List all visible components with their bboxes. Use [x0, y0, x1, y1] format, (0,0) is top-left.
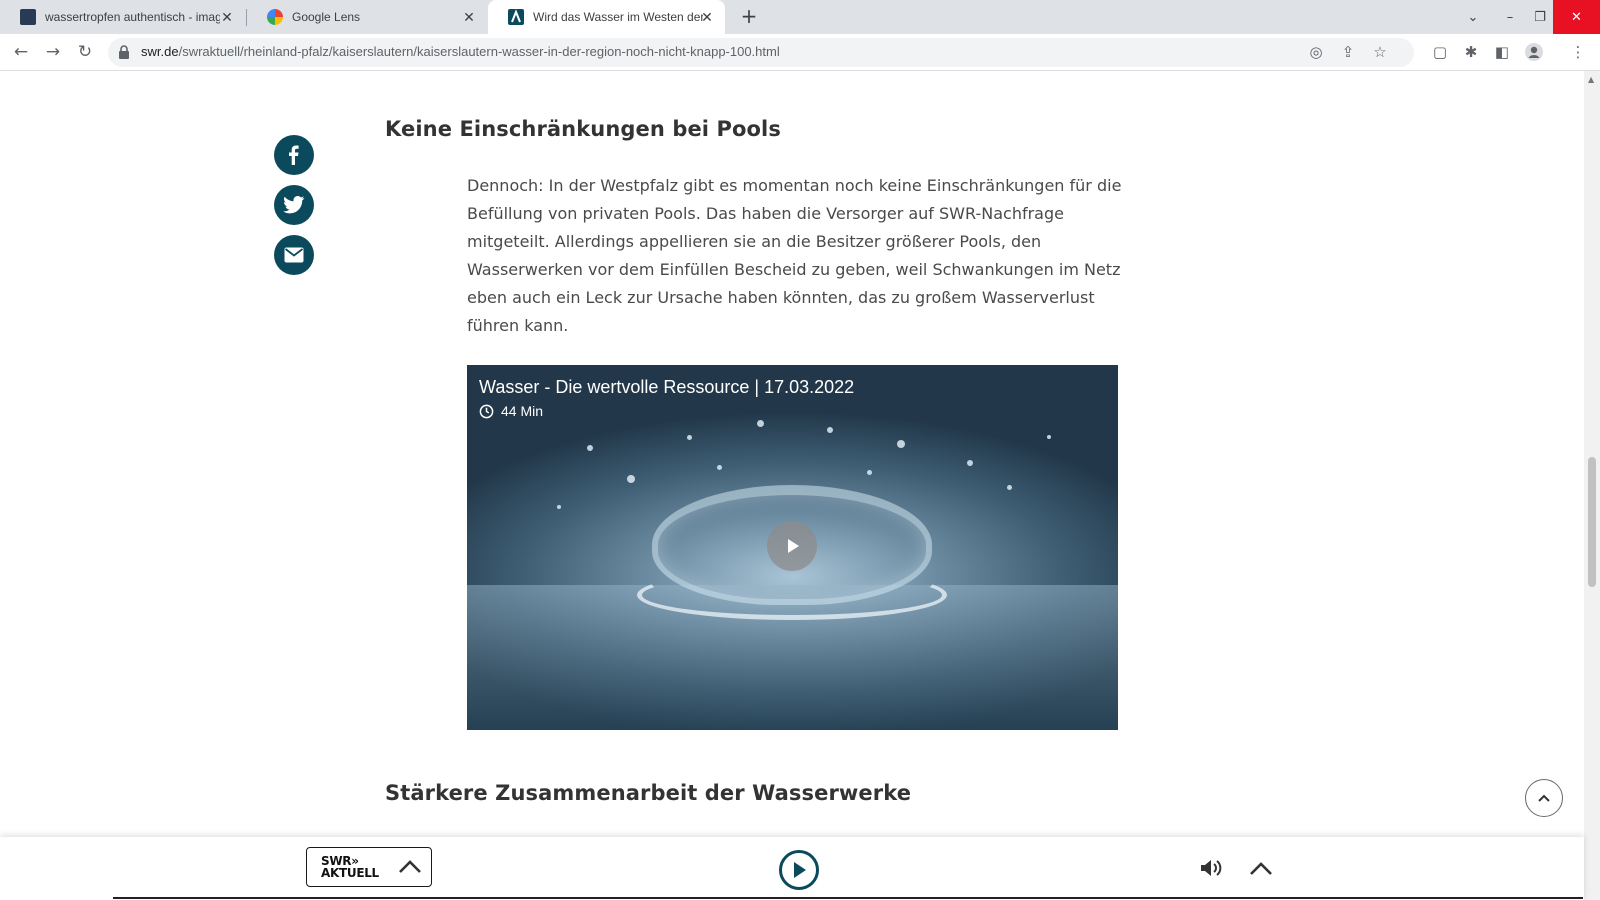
- tracking-protection-icon[interactable]: ◎: [1306, 42, 1326, 62]
- tab-title: wassertropfen authentisch - imag: [45, 10, 220, 24]
- share-twitter-button[interactable]: [274, 185, 314, 225]
- swr-favicon-icon: [508, 9, 524, 25]
- tab-title: Wird das Wasser im Westen der P: [533, 10, 703, 24]
- new-tab-button[interactable]: +: [737, 5, 761, 29]
- water-drop: [827, 427, 833, 433]
- chevron-up-icon: [399, 860, 421, 873]
- video-play-button[interactable]: [767, 521, 817, 571]
- url-text: swr.de/swraktuell/rheinland-pfalz/kaiser…: [141, 44, 780, 59]
- tab-google-lens[interactable]: Google Lens ✕: [247, 0, 487, 34]
- water-drop: [627, 475, 635, 483]
- page-content: Keine Einschränkungen bei Pools Dennoch:…: [0, 71, 1584, 900]
- chevron-up-icon: [1538, 794, 1550, 802]
- swr-logo-text: SWR» AKTUELL: [321, 854, 379, 880]
- profile-avatar-icon[interactable]: [1524, 42, 1544, 62]
- audio-player-bar: SWR» AKTUELL: [0, 837, 1584, 900]
- water-drop: [717, 465, 722, 470]
- twitter-icon: [283, 196, 305, 214]
- article-paragraph: Dennoch: In der Westpfalz gibt es moment…: [467, 176, 1122, 335]
- scrollbar-thumb[interactable]: [1588, 457, 1596, 587]
- scroll-to-top-button[interactable]: [1525, 779, 1563, 817]
- email-icon: [284, 247, 304, 263]
- tab-search-chevron-icon[interactable]: ⌄: [1453, 0, 1493, 34]
- extensions-puzzle-icon[interactable]: ✱: [1461, 42, 1481, 62]
- facebook-icon: [289, 145, 299, 165]
- section-heading: Stärkere Zusammenarbeit der Wasserwerke: [385, 781, 912, 805]
- close-icon[interactable]: ✕: [699, 9, 715, 25]
- water-drop: [867, 470, 872, 475]
- video-duration: 44 Min: [479, 403, 543, 419]
- video-player[interactable]: Wasser - Die wertvolle Ressource | 17.03…: [467, 365, 1118, 730]
- tab-image-search[interactable]: wassertropfen authentisch - imag ✕: [0, 0, 245, 34]
- water-drop: [1007, 485, 1012, 490]
- expand-player-chevron-up-icon[interactable]: [1248, 859, 1274, 877]
- tab-favicon-icon: [20, 9, 36, 25]
- share-icon[interactable]: ⇪: [1338, 42, 1358, 62]
- lock-icon: [119, 45, 129, 59]
- scroll-up-arrow-icon[interactable]: ▲: [1588, 75, 1594, 84]
- tab-title: Google Lens: [292, 10, 361, 24]
- back-button[interactable]: ←: [9, 40, 33, 64]
- water-drop: [1047, 435, 1051, 439]
- forward-button[interactable]: →: [41, 40, 65, 64]
- clock-icon: [479, 404, 494, 418]
- close-icon[interactable]: ✕: [461, 9, 477, 25]
- share-facebook-button[interactable]: [274, 135, 314, 175]
- water-drop: [757, 420, 764, 427]
- video-thumbnail-ring: [637, 570, 947, 620]
- water-drop: [587, 445, 593, 451]
- page-scrollbar[interactable]: ▲: [1584, 71, 1600, 900]
- tab-swr-article[interactable]: Wird das Wasser im Westen der P ✕: [488, 0, 725, 34]
- water-drop: [687, 435, 692, 440]
- browser-toolbar: ← → ↻ swr.de/swraktuell/rheinland-pfalz/…: [0, 34, 1600, 71]
- swr-aktuell-logo-button[interactable]: SWR» AKTUELL: [306, 847, 432, 887]
- side-panel-icon[interactable]: ◧: [1492, 42, 1512, 62]
- volume-icon[interactable]: [1199, 857, 1223, 879]
- window-close-button[interactable]: ✕: [1553, 0, 1600, 34]
- menu-kebab-icon[interactable]: ⋮: [1568, 42, 1588, 62]
- water-drop: [897, 440, 905, 448]
- reload-button[interactable]: ↻: [73, 40, 97, 64]
- video-title: Wasser - Die wertvolle Ressource | 17.03…: [479, 377, 855, 397]
- close-icon[interactable]: ✕: [219, 9, 235, 25]
- play-icon: [788, 539, 799, 553]
- play-icon: [794, 862, 806, 878]
- section-heading: Keine Einschränkungen bei Pools: [385, 117, 781, 141]
- extension-page-icon[interactable]: ▢: [1430, 42, 1450, 62]
- tab-strip: wassertropfen authentisch - imag ✕ Googl…: [0, 0, 1600, 34]
- google-lens-icon: [267, 9, 283, 25]
- address-bar[interactable]: swr.de/swraktuell/rheinland-pfalz/kaiser…: [108, 38, 1414, 67]
- water-drop: [967, 460, 973, 466]
- water-drop: [557, 505, 561, 509]
- live-play-button[interactable]: [779, 850, 819, 890]
- bookmark-star-icon[interactable]: ☆: [1370, 42, 1390, 62]
- player-bottom-divider: [113, 897, 1583, 899]
- video-duration-text: 44 Min: [501, 403, 544, 419]
- share-email-button[interactable]: [274, 235, 314, 275]
